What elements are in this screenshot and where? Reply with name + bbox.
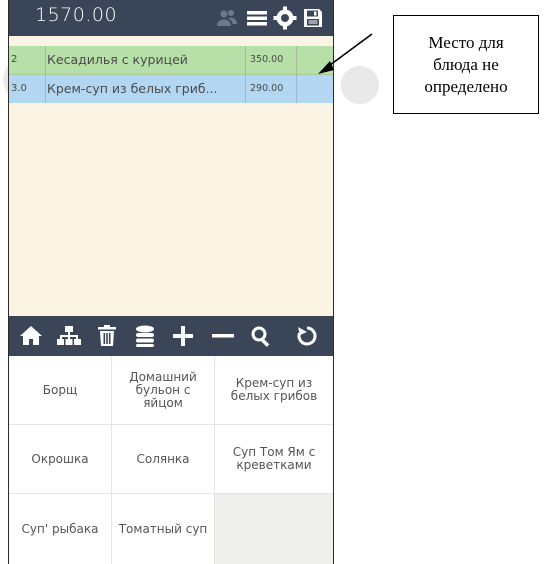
callout-text: Место для блюда не определено — [424, 32, 508, 96]
callout-box: Место для блюда не определено — [393, 15, 539, 114]
